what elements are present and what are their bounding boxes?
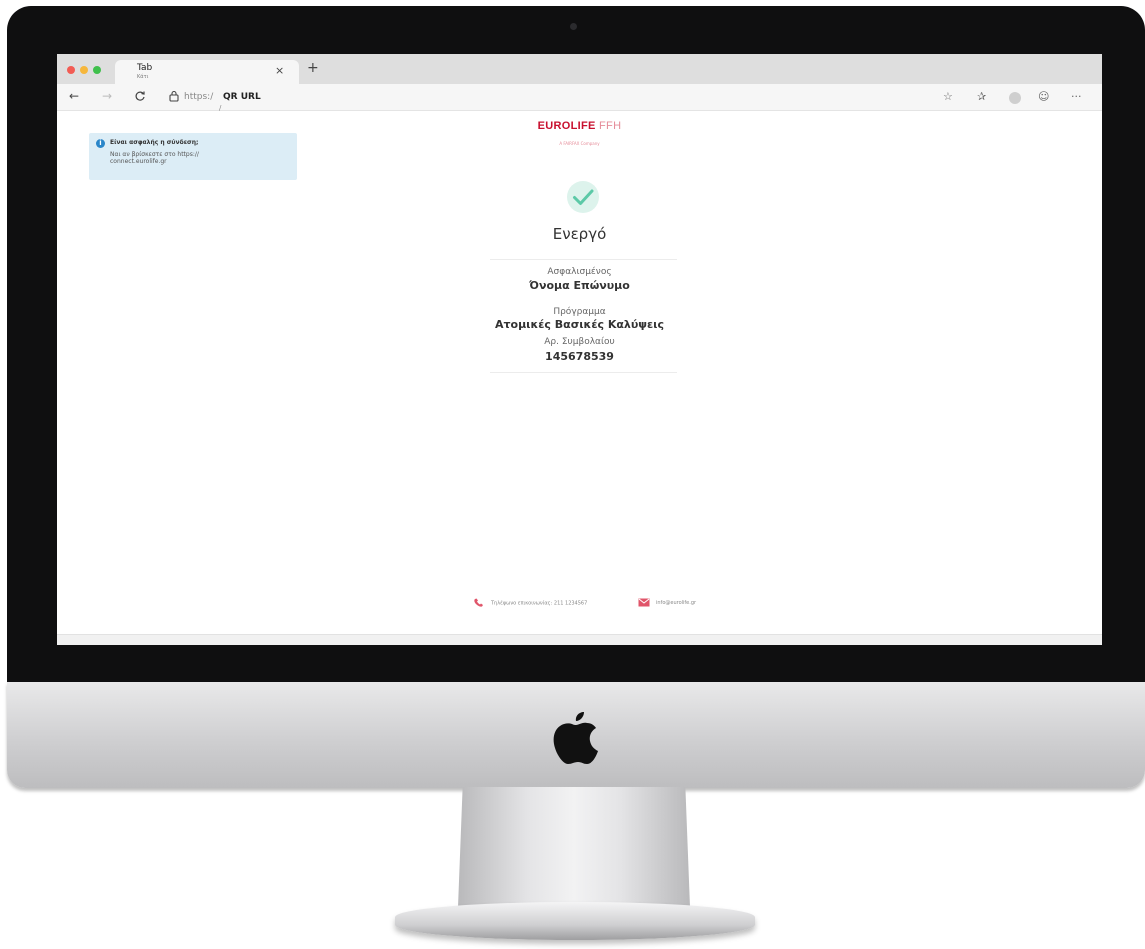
refresh-icon[interactable] [134, 90, 146, 102]
footer-phone[interactable]: Τηλέφωνο επικοινωνίας: 211 1234567 [473, 598, 587, 608]
insured-value: Όνομα Επώνυμο [529, 279, 630, 292]
feedback-smiley-icon[interactable]: ☺ [1038, 90, 1049, 104]
maximize-window-button[interactable] [93, 66, 101, 74]
profile-avatar-icon[interactable] [1009, 92, 1021, 104]
camera-icon [570, 23, 577, 30]
footer-phone-text: Τηλέφωνο επικοινωνίας: 211 1234567 [491, 600, 588, 607]
program-label: Πρόγραμμα [553, 307, 606, 317]
screen: Tab Κάτι × + ← → https:/ QR URL / ☆ ✰ ☺ … [57, 54, 1102, 645]
add-favorite-icon[interactable]: ☆ [943, 90, 953, 104]
close-window-button[interactable] [67, 66, 75, 74]
security-notice-body: Ναι αν βρίσκεστε στο https:// connect.eu… [110, 151, 199, 165]
tab-strip: Tab Κάτι × + [57, 54, 1102, 84]
divider-top [490, 259, 677, 260]
more-menu-icon[interactable]: ··· [1071, 90, 1082, 104]
url-path: / [219, 104, 222, 112]
page-bottom-bar [57, 634, 1102, 645]
footer-email-text: info@eurolife.gr [656, 600, 697, 606]
apple-logo-icon [553, 712, 598, 764]
email-icon [638, 598, 650, 607]
logo-secondary: FFH [599, 120, 622, 132]
contract-value: 145678539 [545, 350, 614, 363]
logo-tagline: A FAIRFAX Company [559, 141, 600, 146]
tab-title: Tab [137, 63, 153, 73]
url-scheme[interactable]: https:/ [184, 92, 213, 102]
contract-label: Αρ. Συμβολαίου [544, 337, 615, 347]
url-host[interactable]: QR URL [223, 92, 261, 102]
minimize-window-button[interactable] [80, 66, 88, 74]
phone-icon [474, 598, 483, 607]
forward-arrow-icon[interactable]: → [102, 89, 112, 103]
eurolife-logo: EUROLIFE FFH [57, 120, 1102, 132]
program-value: Ατομικές Βασικές Καλύψεις [495, 318, 664, 331]
check-circle-icon [567, 181, 599, 213]
back-arrow-icon[interactable]: ← [69, 89, 79, 103]
status-label: Ενεργό [552, 225, 607, 243]
logo-main: EUROLIFE [537, 120, 596, 132]
footer-email[interactable]: info@eurolife.gr [638, 598, 696, 607]
tab-subtitle: Κάτι [137, 74, 149, 80]
tab-close-icon[interactable]: × [275, 64, 284, 77]
browser-toolbar: ← → https:/ QR URL / ☆ ✰ ☺ ··· [57, 84, 1102, 112]
imac-stand-base [395, 902, 755, 940]
divider-bottom [490, 372, 677, 373]
favorites-icon[interactable]: ✰ [977, 90, 986, 104]
insured-label: Ασφαλισμένος [547, 267, 612, 277]
imac-stand [458, 787, 690, 907]
new-tab-button[interactable]: + [307, 60, 319, 76]
tab-active[interactable]: Tab Κάτι × [115, 60, 299, 84]
lock-icon[interactable] [169, 90, 179, 102]
